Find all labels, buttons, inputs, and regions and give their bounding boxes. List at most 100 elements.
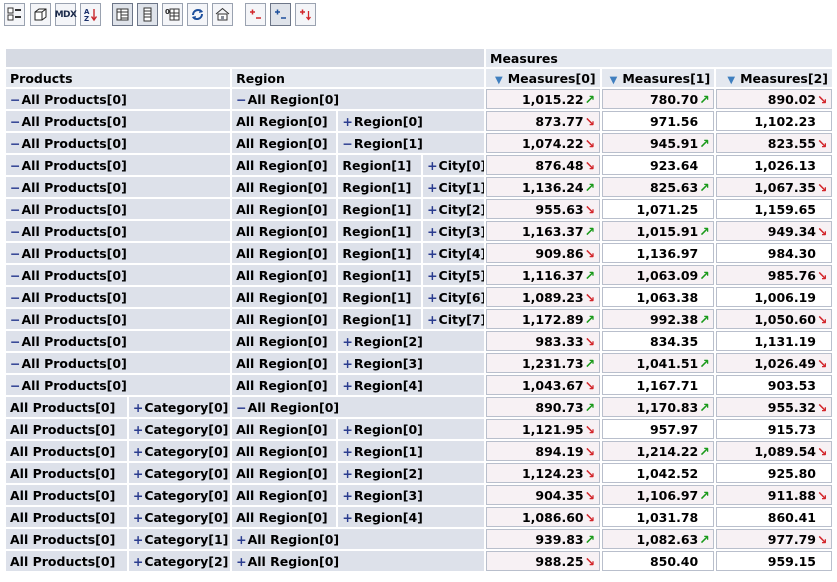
- city-member[interactable]: +City[7]: [423, 309, 484, 329]
- category-member[interactable]: +Category[0]: [128, 441, 231, 461]
- region-all-member[interactable]: −All Region[0]: [232, 89, 484, 109]
- expand-icon[interactable]: +: [427, 180, 437, 195]
- column-header-measure-1[interactable]: ▼ Measures[1]: [601, 69, 715, 87]
- expand-icon[interactable]: +: [427, 312, 437, 327]
- region-member[interactable]: +Region[2]: [338, 463, 484, 483]
- city-member[interactable]: +City[1]: [423, 177, 484, 197]
- suppress-empty-button[interactable]: 0: [162, 3, 183, 26]
- collapse-icon[interactable]: −: [236, 92, 246, 107]
- expand-icon[interactable]: +: [342, 114, 352, 129]
- hide-spans-button[interactable]: [137, 3, 158, 26]
- region-member[interactable]: +Region[0]: [338, 111, 484, 131]
- drill-replace-button[interactable]: [270, 3, 291, 26]
- expand-icon[interactable]: +: [427, 246, 437, 261]
- expand-icon[interactable]: +: [342, 444, 352, 459]
- sort-button[interactable]: AZ: [80, 3, 101, 26]
- expand-icon[interactable]: +: [342, 356, 352, 371]
- expand-icon[interactable]: +: [427, 158, 437, 173]
- expand-icon[interactable]: +: [427, 224, 437, 239]
- category-member[interactable]: +Category[0]: [128, 419, 231, 439]
- collapse-icon[interactable]: −: [10, 290, 20, 305]
- city-member[interactable]: +City[6]: [423, 287, 484, 307]
- expand-icon[interactable]: +: [342, 378, 352, 393]
- city-member[interactable]: +City[5]: [423, 265, 484, 285]
- collapse-icon[interactable]: −: [10, 158, 20, 173]
- expand-icon[interactable]: +: [133, 466, 143, 481]
- show-parent-button[interactable]: [112, 3, 133, 26]
- products-member[interactable]: −All Products[0]: [6, 375, 231, 395]
- expand-icon[interactable]: +: [342, 510, 352, 525]
- expand-icon[interactable]: +: [342, 466, 352, 481]
- navigator-button[interactable]: [4, 3, 25, 26]
- region-member[interactable]: +Region[4]: [338, 507, 484, 527]
- products-member[interactable]: −All Products[0]: [6, 221, 231, 241]
- collapse-icon[interactable]: −: [10, 356, 20, 371]
- drill-through-button[interactable]: [295, 3, 316, 26]
- expand-icon[interactable]: +: [342, 334, 352, 349]
- region-all-member[interactable]: +All Region[0]: [232, 529, 484, 549]
- expand-icon[interactable]: +: [236, 532, 246, 547]
- products-member[interactable]: −All Products[0]: [6, 287, 231, 307]
- region-all-member[interactable]: −All Region[0]: [232, 397, 484, 417]
- drill-position-button[interactable]: [245, 3, 266, 26]
- category-member[interactable]: +Category[0]: [128, 397, 231, 417]
- collapse-icon[interactable]: −: [236, 400, 246, 415]
- products-member[interactable]: −All Products[0]: [6, 199, 231, 219]
- region-member[interactable]: +Region[0]: [338, 419, 484, 439]
- city-member[interactable]: +City[2]: [423, 199, 484, 219]
- expand-icon[interactable]: +: [427, 268, 437, 283]
- expand-icon[interactable]: +: [236, 554, 246, 569]
- mdx-button[interactable]: MDX: [55, 3, 77, 26]
- region-member[interactable]: +Region[3]: [338, 353, 484, 373]
- products-member[interactable]: −All Products[0]: [6, 331, 231, 351]
- sort-triangle-icon[interactable]: ▼: [495, 75, 503, 86]
- category-member[interactable]: +Category[2]: [128, 551, 231, 571]
- expand-icon[interactable]: +: [427, 202, 437, 217]
- products-member[interactable]: −All Products[0]: [6, 89, 231, 109]
- collapse-icon[interactable]: −: [10, 246, 20, 261]
- expand-icon[interactable]: +: [133, 422, 143, 437]
- collapse-icon[interactable]: −: [10, 202, 20, 217]
- collapse-icon[interactable]: −: [10, 224, 20, 239]
- category-member[interactable]: +Category[1]: [128, 529, 231, 549]
- collapse-icon[interactable]: −: [10, 334, 20, 349]
- swap-axes-button[interactable]: [187, 3, 208, 26]
- collapse-icon[interactable]: −: [10, 136, 20, 151]
- sort-triangle-icon[interactable]: ▼: [610, 75, 618, 86]
- collapse-icon[interactable]: −: [10, 378, 20, 393]
- category-member[interactable]: +Category[0]: [128, 463, 231, 483]
- collapse-icon[interactable]: −: [10, 180, 20, 195]
- cube-button[interactable]: [30, 3, 51, 26]
- collapse-icon[interactable]: −: [10, 114, 20, 129]
- region-member[interactable]: +Region[4]: [338, 375, 484, 395]
- products-member[interactable]: −All Products[0]: [6, 133, 231, 153]
- products-member[interactable]: −All Products[0]: [6, 309, 231, 329]
- region-member[interactable]: +Region[2]: [338, 331, 484, 351]
- expand-icon[interactable]: +: [133, 532, 143, 547]
- category-member[interactable]: +Category[0]: [128, 485, 231, 505]
- expand-icon[interactable]: +: [427, 290, 437, 305]
- expand-icon[interactable]: +: [133, 510, 143, 525]
- expand-icon[interactable]: +: [342, 488, 352, 503]
- region-member[interactable]: +Region[1]: [338, 441, 484, 461]
- region-member[interactable]: +Region[3]: [338, 485, 484, 505]
- expand-icon[interactable]: +: [133, 400, 143, 415]
- city-member[interactable]: +City[3]: [423, 221, 484, 241]
- expand-icon[interactable]: +: [133, 444, 143, 459]
- products-member[interactable]: −All Products[0]: [6, 265, 231, 285]
- collapse-icon[interactable]: −: [10, 92, 20, 107]
- products-member[interactable]: −All Products[0]: [6, 111, 231, 131]
- products-member[interactable]: −All Products[0]: [6, 155, 231, 175]
- expand-icon[interactable]: +: [133, 488, 143, 503]
- region-all-member[interactable]: +All Region[0]: [232, 551, 484, 571]
- column-header-measure-2[interactable]: ▼ Measures[2]: [716, 69, 832, 87]
- drill-member-button[interactable]: [212, 3, 233, 26]
- city-member[interactable]: +City[0]: [423, 155, 484, 175]
- city-member[interactable]: +City[4]: [423, 243, 484, 263]
- products-member[interactable]: −All Products[0]: [6, 177, 231, 197]
- category-member[interactable]: +Category[0]: [128, 507, 231, 527]
- products-member[interactable]: −All Products[0]: [6, 243, 231, 263]
- collapse-icon[interactable]: −: [342, 136, 352, 151]
- collapse-icon[interactable]: −: [10, 312, 20, 327]
- expand-icon[interactable]: +: [342, 422, 352, 437]
